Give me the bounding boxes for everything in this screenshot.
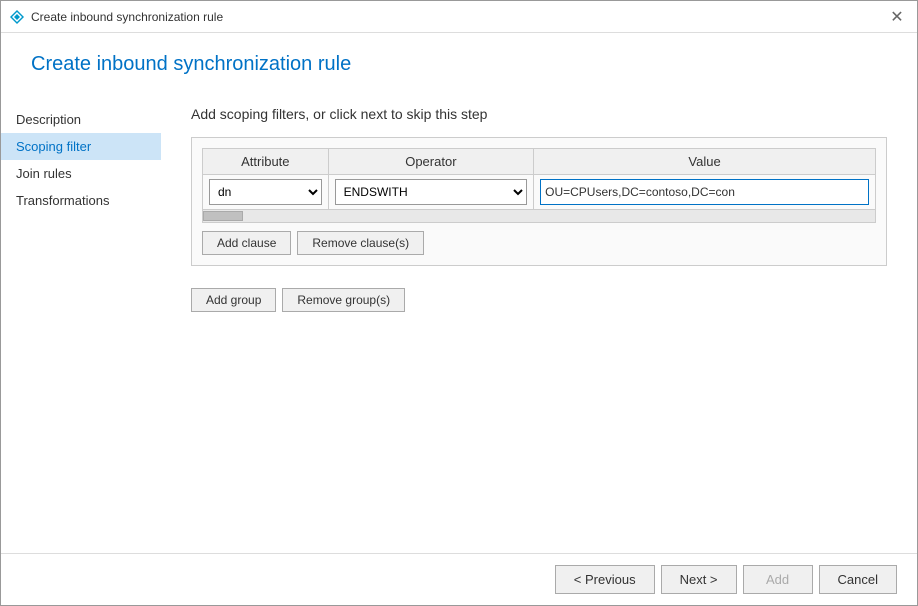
footer: < Previous Next > Add Cancel bbox=[1, 553, 917, 605]
sidebar-item-description[interactable]: Description bbox=[1, 106, 161, 133]
clause-buttons: Add clause Remove clause(s) bbox=[202, 231, 876, 255]
filter-table: Attribute Operator Value dn bbox=[202, 148, 876, 223]
attribute-cell: dn bbox=[203, 175, 329, 210]
group-buttons: Add group Remove group(s) bbox=[191, 288, 887, 312]
add-group-button[interactable]: Add group bbox=[191, 288, 276, 312]
add-clause-button[interactable]: Add clause bbox=[202, 231, 291, 255]
add-button[interactable]: Add bbox=[743, 565, 813, 594]
sidebar-item-scoping-filter[interactable]: Scoping filter bbox=[1, 133, 161, 160]
body-wrapper: Create inbound synchronization rule Desc… bbox=[1, 33, 917, 553]
scrollbar-row bbox=[203, 210, 876, 223]
sidebar-item-join-rules[interactable]: Join rules bbox=[1, 160, 161, 187]
attribute-select[interactable]: dn bbox=[209, 179, 322, 205]
cancel-button[interactable]: Cancel bbox=[819, 565, 897, 594]
sidebar: Description Scoping filter Join rules Tr… bbox=[1, 86, 161, 553]
value-input[interactable] bbox=[540, 179, 869, 205]
main-content: Add scoping filters, or click next to sk… bbox=[161, 86, 917, 553]
remove-group-button[interactable]: Remove group(s) bbox=[282, 288, 405, 312]
next-button[interactable]: Next > bbox=[661, 565, 737, 594]
scrollbar-thumb bbox=[203, 211, 243, 221]
sidebar-item-transformations[interactable]: Transformations bbox=[1, 187, 161, 214]
value-cell bbox=[534, 175, 876, 210]
col-attribute: Attribute bbox=[203, 149, 329, 175]
title-bar: Create inbound synchronization rule ✕ bbox=[1, 1, 917, 33]
col-value: Value bbox=[534, 149, 876, 175]
content-layout: Description Scoping filter Join rules Tr… bbox=[1, 86, 917, 553]
main-window: Create inbound synchronization rule ✕ Cr… bbox=[0, 0, 918, 606]
title-bar-left: Create inbound synchronization rule bbox=[9, 9, 223, 25]
filter-container: Attribute Operator Value dn bbox=[191, 137, 887, 266]
operator-select[interactable]: ENDSWITH bbox=[335, 179, 527, 205]
page-title: Create inbound synchronization rule bbox=[1, 33, 917, 86]
remove-clause-button[interactable]: Remove clause(s) bbox=[297, 231, 424, 255]
app-icon bbox=[9, 9, 25, 25]
filter-row: dn ENDSWITH bbox=[203, 175, 876, 210]
title-bar-text: Create inbound synchronization rule bbox=[31, 10, 223, 24]
close-button[interactable]: ✕ bbox=[885, 5, 909, 29]
col-operator: Operator bbox=[328, 149, 533, 175]
step-title: Add scoping filters, or click next to sk… bbox=[191, 106, 887, 122]
previous-button[interactable]: < Previous bbox=[555, 565, 655, 594]
operator-cell: ENDSWITH bbox=[328, 175, 533, 210]
horizontal-scrollbar[interactable] bbox=[203, 210, 875, 222]
scrollbar-cell bbox=[203, 210, 876, 223]
